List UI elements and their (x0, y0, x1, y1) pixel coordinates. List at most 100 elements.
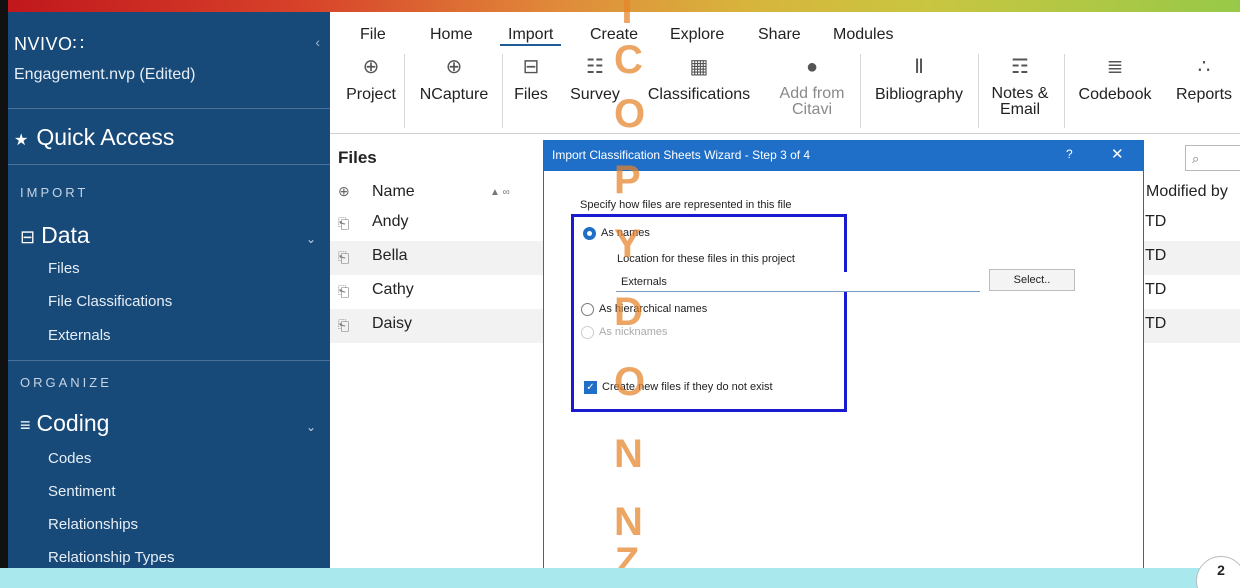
document-icon: ⎗ (338, 249, 350, 265)
sidebar-item-file-classifications[interactable]: File Classifications (48, 293, 172, 310)
add-from-citavi-button[interactable]: ● Add from Citavi (770, 48, 854, 134)
file-name: Bella (372, 247, 408, 264)
add-column-icon[interactable]: ⊕ (338, 183, 350, 200)
watermark-letter: Y (614, 222, 641, 266)
classifications-button[interactable]: ▦ Classifications (640, 48, 758, 134)
codebook-icon: ≣ (1106, 56, 1124, 78)
watermark-letter: O (614, 360, 646, 404)
data-group-label: Data (41, 222, 90, 248)
watermark-letter: N (614, 500, 643, 544)
document-icon: ⎗ (338, 317, 350, 333)
sidebar-divider (8, 108, 330, 109)
plus-circle-icon: ⊕ (362, 56, 380, 78)
as-nicknames-radio[interactable] (581, 326, 594, 339)
sidebar-item-externals[interactable]: Externals (48, 327, 111, 344)
collapse-sidebar-icon[interactable]: ‹ (315, 34, 320, 50)
file-modified-by: TD (1145, 247, 1167, 264)
close-icon[interactable]: ✕ (1111, 145, 1124, 163)
ribbon-separator (978, 54, 979, 128)
location-label: Location for these files in this project (617, 253, 795, 265)
watermark-letter: D (614, 290, 643, 334)
coding-group-label: Coding (36, 410, 110, 436)
file-import-icon: ⊟ (522, 56, 540, 78)
tab-home[interactable]: Home (422, 26, 481, 44)
data-icon: ⊟ (20, 227, 36, 247)
ribbon-button-label: Files (514, 86, 548, 103)
section-label-import: IMPORT (20, 185, 89, 200)
section-label-organize: ORGANIZE (20, 375, 112, 390)
dialog-instructions: Specify how files are represented in thi… (580, 199, 792, 211)
document-icon: ⎗ (338, 215, 350, 231)
coding-icon: ≡ (20, 415, 31, 435)
help-button[interactable]: ? (1066, 147, 1073, 161)
watermark-letter: O (614, 92, 646, 136)
notes-email-button[interactable]: ☶ Notes & Email (984, 48, 1056, 134)
location-input[interactable] (616, 272, 980, 292)
screenshot-stage: NVIVO∷ ‹ Engagement.nvp (Edited) ★ Quick … (0, 0, 1240, 588)
file-name: Andy (372, 213, 409, 230)
create-new-files-checkbox[interactable]: ✓ (584, 381, 597, 394)
sidebar-item-relationships[interactable]: Relationships (48, 516, 138, 533)
chevron-down-icon[interactable]: ⌄ (306, 420, 316, 434)
file-modified-by: TD (1145, 315, 1167, 332)
as-hierarchical-names-radio[interactable] (581, 303, 594, 316)
bibliography-button[interactable]: Ⅱ Bibliography (866, 48, 972, 134)
import-files-button[interactable]: ⊟ Files (507, 48, 555, 134)
sidebar-item-sentiment[interactable]: Sentiment (48, 483, 116, 500)
sidebar-item-codes[interactable]: Codes (48, 450, 91, 467)
notes-icon: ☶ (1011, 56, 1029, 78)
tab-file[interactable]: File (352, 26, 394, 44)
sidebar-item-relationship-types[interactable]: Relationship Types (48, 549, 174, 566)
ribbon-separator (502, 54, 503, 128)
select-location-button[interactable]: Select.. (989, 269, 1075, 291)
ribbon-button-label: Bibliography (874, 86, 964, 103)
ncapture-button[interactable]: ⊕ NCapture (408, 48, 500, 134)
ribbon-button-label: Add from (779, 85, 845, 102)
sidebar-item-files[interactable]: Files (48, 260, 80, 277)
file-name: Daisy (372, 315, 413, 332)
slide-left-frame (0, 0, 8, 588)
sidebar-divider (8, 360, 330, 361)
tab-explore[interactable]: Explore (662, 26, 732, 44)
app-logo-icon: ∷ (72, 34, 85, 54)
watermark-letter: T (614, 0, 640, 32)
tab-modules[interactable]: Modules (825, 26, 901, 44)
chevron-down-icon[interactable]: ⌄ (306, 232, 316, 246)
ribbon-separator (860, 54, 861, 128)
codebook-button[interactable]: ≣ Codebook (1070, 48, 1160, 134)
watermark-letter: P (614, 158, 641, 202)
column-header-name[interactable]: Name (372, 183, 415, 201)
pin-icon: ★ (14, 132, 29, 149)
ribbon-button-label: NCapture (419, 86, 489, 103)
column-header-modified-by[interactable]: Modified by (1146, 183, 1228, 201)
app-name: NVIVO (14, 34, 73, 54)
app-title: NVIVO∷ (14, 34, 84, 55)
ribbon-button-label: Classifications (647, 86, 751, 103)
books-icon: Ⅱ (914, 56, 924, 78)
tab-share[interactable]: Share (750, 26, 809, 44)
project-name: Engagement.nvp (Edited) (14, 66, 196, 83)
ribbon-button-label-line2: Email (999, 101, 1040, 118)
ribbon-button-label: Project (346, 86, 396, 103)
ribbon-button-label: Reports (1175, 86, 1233, 103)
ribbon-toolbar: ⊕ Project ⊕ NCapture ⊟ Files ☷ Survey ▦ … (330, 48, 1240, 134)
sidebar-group-data[interactable]: ⊟ Data (20, 222, 90, 249)
quick-access-link[interactable]: ★ Quick Access (14, 124, 174, 151)
ribbon-separator (1064, 54, 1065, 128)
ribbon-button-label: Codebook (1078, 86, 1152, 103)
sidebar-group-coding[interactable]: ≡ Coding (20, 410, 109, 437)
import-project-button[interactable]: ⊕ Project (340, 48, 402, 134)
slide-bottom-band (0, 568, 1240, 588)
files-list-title: Files (338, 148, 377, 167)
ribbon-separator (404, 54, 405, 128)
watermark-letter: N (614, 432, 643, 476)
citavi-icon: ● (805, 56, 819, 78)
globe-icon: ⊕ (445, 56, 463, 78)
sort-ascending-icon[interactable]: ▲ ∞ (490, 187, 510, 198)
as-names-radio[interactable] (583, 227, 596, 240)
reports-button[interactable]: ∴ Reports (1168, 48, 1240, 134)
tab-import[interactable]: Import (500, 26, 562, 46)
slide-page-badge: 2 (1196, 556, 1240, 588)
file-modified-by: TD (1145, 281, 1167, 298)
search-input[interactable]: ⌕ (1185, 145, 1240, 171)
